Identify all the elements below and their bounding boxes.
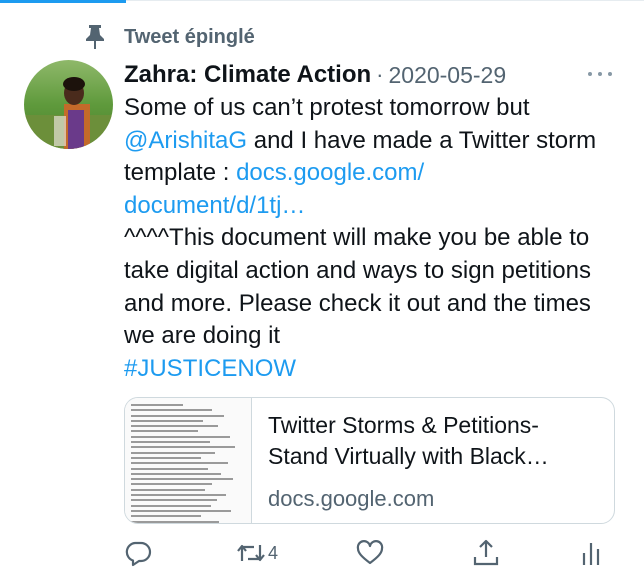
thumbnail-text-line: [131, 504, 212, 507]
thumbnail-text-line: [131, 488, 206, 491]
thumbnail-text-line: [131, 409, 213, 412]
url-link-part: document/d/1tj…: [124, 191, 306, 219]
thumbnail-text-line: [131, 462, 229, 465]
thumbnail-text-line: [131, 515, 201, 518]
thumbnail-text-line: [131, 435, 230, 438]
more-options-icon[interactable]: [588, 64, 612, 84]
card-text: Twitter Storms & Petitions- Stand Virtua…: [252, 398, 614, 523]
thumbnail-text-line: [131, 441, 210, 444]
tweet-text: Some of us can’t protest tomorrow but @A…: [124, 92, 614, 385]
analytics-icon: [582, 543, 600, 565]
tweet-actions: 4: [124, 536, 604, 570]
mention-link[interactable]: @ArishitaG: [124, 127, 247, 154]
like-button[interactable]: [356, 536, 384, 570]
thumbnail-text-line: [131, 451, 215, 454]
thumbnail-text-line: [131, 414, 224, 417]
thumbnail-text-line: [131, 419, 203, 422]
thumbnail-text-line: [131, 467, 208, 470]
pin-icon: [86, 25, 104, 49]
share-button[interactable]: [472, 536, 500, 570]
retweet-button[interactable]: 4: [236, 536, 278, 570]
pinned-indicator: Tweet épinglé: [84, 24, 255, 50]
card-title-line: Twitter Storms & Petitions-: [268, 412, 539, 438]
thumbnail-text-line: [131, 478, 234, 481]
retweet-count: 4: [268, 542, 279, 563]
header-separator: ·: [376, 62, 384, 87]
card-thumbnail: [125, 398, 252, 523]
link-preview-card[interactable]: Twitter Storms & Petitions- Stand Virtua…: [124, 397, 615, 524]
thumbnail-text-line: [131, 446, 236, 449]
avatar[interactable]: [24, 60, 113, 149]
thumbnail-text-line: [131, 499, 217, 502]
url-link-part: docs.google.com/: [236, 159, 425, 187]
reply-icon: [125, 541, 152, 567]
thumbnail-text-line: [131, 430, 199, 433]
top-divider: [126, 0, 644, 1]
tweet-date[interactable]: 2020-05-29: [388, 62, 506, 89]
hashtag-link[interactable]: #JUSTICENOW: [124, 355, 296, 382]
pinned-label: Tweet épinglé: [124, 25, 255, 48]
tweet-text-part: Some of us can’t protest tomorrow but: [124, 94, 530, 121]
card-title-line: Stand Virtually with Black…: [268, 443, 549, 469]
avatar-image: [24, 60, 113, 149]
author-name[interactable]: Zahra: Climate Action: [124, 61, 371, 89]
thumbnail-text-line: [131, 425, 218, 428]
thumbnail-text-line: [131, 494, 227, 497]
top-accent-bar: [0, 0, 126, 3]
reply-button[interactable]: [124, 536, 152, 570]
tweet-text-part: ^^^^This document will make you be able …: [124, 224, 591, 350]
share-icon: [473, 539, 499, 566]
analytics-button[interactable]: [580, 536, 602, 570]
thumbnail-text-line: [131, 472, 222, 475]
heart-icon: [356, 540, 384, 565]
card-title: Twitter Storms & Petitions- Stand Virtua…: [268, 410, 614, 472]
tweet-header: Zahra: Climate Action · 2020-05-29: [124, 58, 624, 92]
thumbnail-text-line: [131, 520, 220, 523]
thumbnail-text-line: [131, 456, 201, 459]
thumbnail-text-line: [131, 483, 213, 486]
thumbnail-text-line: [131, 404, 184, 406]
thumbnail-text-line: [131, 509, 231, 512]
retweet-icon: [237, 544, 265, 562]
card-domain: docs.google.com: [268, 486, 435, 511]
